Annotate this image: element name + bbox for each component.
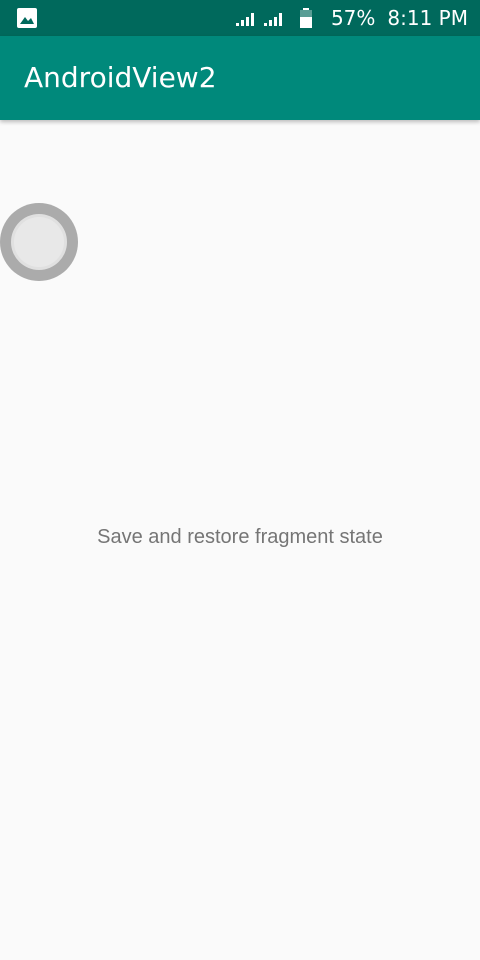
status-icons: 57% 8:11 PM bbox=[235, 0, 468, 36]
app-title: AndroidView2 bbox=[24, 61, 217, 94]
battery-percent: 57% bbox=[330, 6, 376, 30]
screen: 57% 8:11 PM AndroidView2 Save and restor… bbox=[0, 0, 480, 960]
image-icon bbox=[17, 8, 37, 28]
floating-circle-button-inner bbox=[11, 214, 67, 270]
signal-icon bbox=[235, 13, 254, 26]
status-bar: 57% 8:11 PM bbox=[0, 0, 480, 36]
floating-circle-button-core bbox=[14, 217, 64, 267]
floating-circle-button[interactable] bbox=[0, 203, 78, 281]
battery-icon bbox=[299, 8, 312, 28]
main-content: Save and restore fragment state bbox=[0, 120, 480, 960]
signal-icon bbox=[263, 13, 282, 26]
status-time: 8:11 PM bbox=[387, 6, 468, 30]
fragment-message: Save and restore fragment state bbox=[97, 526, 383, 548]
app-bar: AndroidView2 bbox=[0, 36, 480, 120]
